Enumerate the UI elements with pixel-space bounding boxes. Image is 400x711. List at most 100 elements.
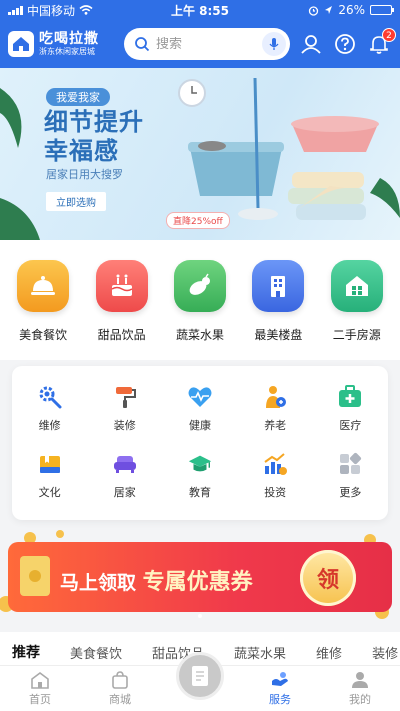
nav-home[interactable]: 首页: [10, 671, 70, 707]
banner-title: 细节提升 幸福感: [44, 108, 144, 166]
service-renovation[interactable]: 装修: [87, 378, 162, 444]
search-input[interactable]: [156, 36, 256, 52]
search-icon: [135, 37, 150, 52]
help-icon[interactable]: [332, 31, 358, 57]
promo-banner[interactable]: 我爱我家 细节提升 幸福感 居家日用大搜罗 立即选购 直降25%off: [0, 68, 400, 240]
claim-coupon-button[interactable]: 领: [300, 550, 356, 606]
medical-kit-icon: [337, 384, 363, 410]
service-label: 医疗: [339, 419, 362, 432]
tab-vegetables[interactable]: 蔬菜水果: [234, 643, 286, 662]
coupon-main: 专属优惠券: [142, 570, 253, 595]
banner-title-line1: 细节提升: [44, 108, 144, 136]
coupon-prefix: 马上领取: [60, 572, 137, 594]
services-grid: 维修 装修 健康 养老 医疗 文化 居家 教育 投资 更多: [12, 366, 388, 520]
heart-pulse-icon: [187, 384, 213, 410]
service-label: 健康: [188, 419, 211, 432]
service-label: 维修: [38, 419, 61, 432]
category-vegetables[interactable]: 蔬菜水果: [164, 260, 236, 360]
alarm-icon: [309, 5, 319, 16]
battery-icon: [370, 5, 394, 15]
category-dessert[interactable]: 甜品饮品: [86, 260, 158, 360]
service-repair[interactable]: 维修: [12, 378, 87, 444]
service-medical[interactable]: 医疗: [313, 378, 388, 444]
more-grid-icon: [337, 451, 363, 477]
service-label: 教育: [188, 486, 211, 499]
service-culture[interactable]: 文化: [12, 445, 87, 511]
search-bar[interactable]: [124, 28, 290, 60]
top-header: 吃喝拉撒 浙东休闲家居城 2: [0, 20, 400, 68]
category-food[interactable]: 美食餐饮: [7, 260, 79, 360]
sofa-icon: [112, 451, 138, 477]
service-health[interactable]: 健康: [162, 378, 237, 444]
category-second-hand-housing[interactable]: 二手房源: [321, 260, 393, 360]
service-label: 投资: [264, 486, 287, 499]
cake-icon: [95, 260, 148, 312]
banner-description: 居家日用大搜罗: [46, 168, 123, 181]
notification-badge: 2: [382, 28, 396, 42]
service-more[interactable]: 更多: [313, 445, 388, 511]
nav-shop[interactable]: 商城: [90, 671, 150, 707]
microphone-icon[interactable]: [262, 32, 286, 56]
location-icon: [325, 5, 333, 14]
category-buildings[interactable]: 最美楼盘: [242, 260, 314, 360]
banner-tag: 我爱我家: [46, 88, 110, 106]
app-logo[interactable]: 吃喝拉撒 浙东休闲家居城: [8, 31, 116, 57]
tab-recommend[interactable]: 推荐: [12, 642, 40, 662]
discount-tag: 直降25%off: [166, 212, 230, 229]
battery-percent: 26%: [338, 3, 365, 17]
service-investment[interactable]: 投资: [238, 445, 313, 511]
chart-icon: [262, 451, 288, 477]
nav-label: 服务: [269, 693, 291, 706]
service-education[interactable]: 教育: [162, 445, 237, 511]
notification-bell-icon[interactable]: 2: [366, 28, 396, 57]
paint-roller-icon: [112, 384, 138, 410]
status-bar: 中国移动 上午 8:55 26%: [0, 0, 400, 20]
service-label: 装修: [113, 419, 136, 432]
category-row: 美食餐饮 甜品饮品 蔬菜水果 最美楼盘 二手房源: [0, 240, 400, 360]
shop-bag-icon: [112, 671, 128, 689]
building-icon: [252, 260, 305, 312]
nav-label: 我的: [349, 693, 371, 706]
service-label: 更多: [339, 486, 362, 499]
nav-service[interactable]: 服务: [250, 671, 310, 707]
service-elderly-care[interactable]: 养老: [238, 378, 313, 444]
app-subtitle: 浙东休闲家居城: [39, 47, 95, 56]
cloche-icon: [17, 260, 70, 312]
vegetable-icon: [173, 260, 226, 312]
nav-label: 首页: [29, 693, 51, 706]
category-label: 最美楼盘: [254, 328, 303, 342]
graduation-cap-icon: [187, 451, 213, 477]
category-label: 蔬菜水果: [175, 328, 224, 342]
wrench-gear-icon: [37, 384, 63, 410]
service-home[interactable]: 居家: [87, 445, 162, 511]
home-logo-icon: [8, 31, 34, 57]
banner-title-line2: 幸福感: [44, 137, 119, 165]
nav-label: 商城: [109, 693, 131, 706]
tab-food[interactable]: 美食餐饮: [70, 643, 122, 662]
category-label: 美食餐饮: [19, 328, 68, 342]
carrier-label: 中国移动: [27, 3, 76, 18]
contact-icon[interactable]: [298, 31, 324, 57]
document-icon: [192, 666, 208, 686]
home-icon: [31, 672, 49, 689]
coupon-pouch-icon: [20, 556, 50, 596]
service-label: 养老: [264, 419, 287, 432]
service-label: 居家: [113, 486, 136, 499]
category-label: 甜品饮品: [97, 328, 146, 342]
tab-renovation[interactable]: 装修: [372, 643, 398, 662]
coupon-banner[interactable]: 马上领取 专属优惠券 领: [0, 528, 400, 624]
signal-icon: [8, 5, 23, 15]
coupon-text: 马上领取 专属优惠券: [60, 564, 253, 596]
carousel-indicator: [198, 614, 202, 618]
profile-icon: [352, 672, 368, 688]
shop-now-button[interactable]: 立即选购: [46, 192, 106, 211]
nav-profile[interactable]: 我的: [330, 671, 390, 707]
center-action-button[interactable]: [176, 652, 224, 700]
app-name: 吃喝拉撒: [39, 31, 99, 47]
service-icon: [272, 672, 288, 686]
category-label: 二手房源: [332, 328, 381, 342]
tab-repair[interactable]: 维修: [316, 643, 342, 662]
elder-icon: [262, 384, 288, 410]
wifi-icon: [79, 5, 93, 15]
house-icon: [330, 260, 383, 312]
